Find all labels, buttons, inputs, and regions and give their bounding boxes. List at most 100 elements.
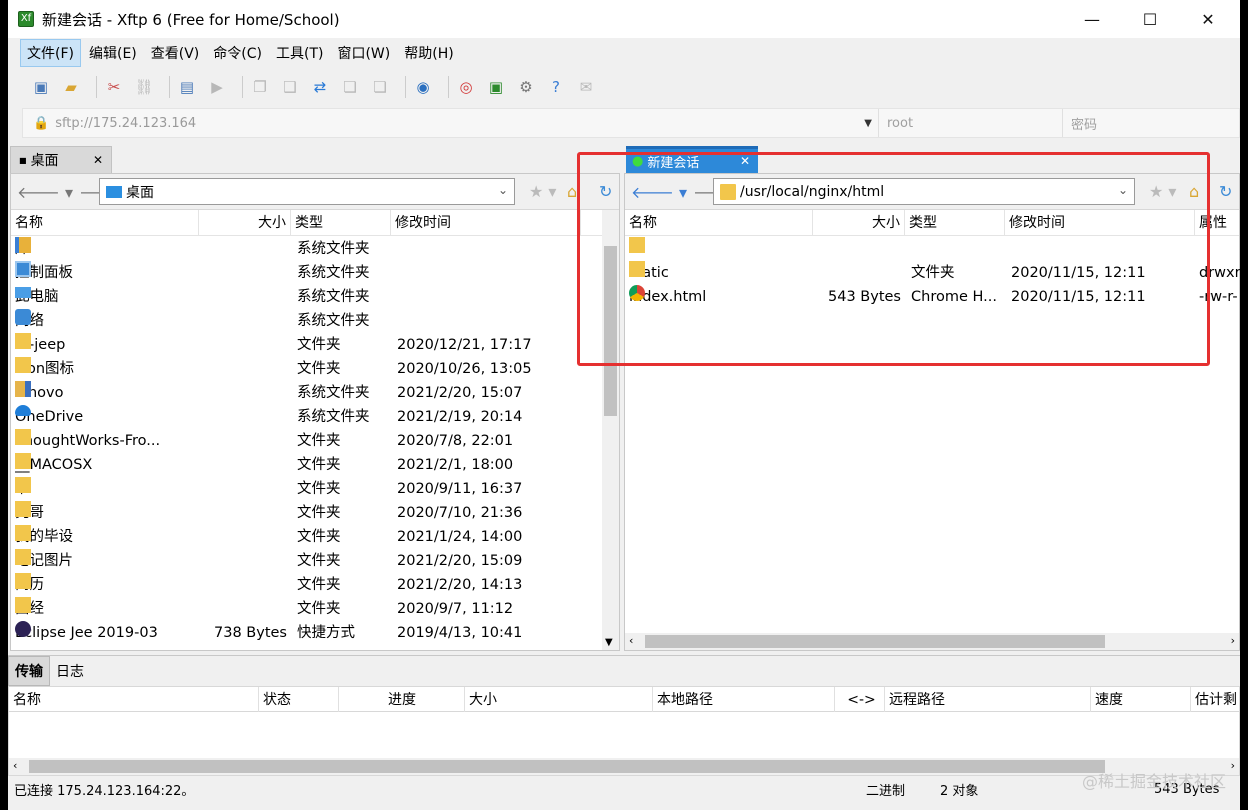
globe-icon[interactable]: ◉ (412, 76, 434, 98)
local-path-combobox[interactable]: 桌面 ⌄ (99, 178, 515, 205)
maximize-button[interactable]: ☐ (1121, 0, 1179, 38)
col-attr[interactable]: 属性 (1195, 210, 1240, 236)
col-mtime[interactable]: 修改时间 (1005, 210, 1195, 236)
col-size[interactable]: 大小 (465, 687, 653, 713)
col-progress[interactable]: 进度 (339, 687, 465, 713)
col-remote-path[interactable]: 远程路径 (885, 687, 1091, 713)
scrollbar-thumb[interactable] (29, 760, 1105, 773)
menu-file[interactable]: 文件(F) (20, 39, 81, 67)
new-session-icon[interactable]: ▣ (30, 76, 52, 98)
scrollbar-thumb[interactable] (604, 246, 617, 416)
chevron-down-icon[interactable]: ▼ (864, 118, 872, 129)
menu-window[interactable]: 窗口(W) (331, 40, 396, 66)
chevron-down-icon[interactable]: ⌄ (1118, 183, 1128, 197)
tab-close-icon[interactable]: ✕ (93, 153, 103, 167)
col-local-path[interactable]: 本地路径 (653, 687, 835, 713)
tab-close-icon[interactable]: ✕ (740, 154, 750, 168)
open-folder-icon[interactable]: ▰ (60, 76, 82, 98)
menu-command[interactable]: 命令(C) (207, 40, 268, 66)
settings-gear-icon[interactable]: ⚙ (515, 76, 537, 98)
scrollbar-thumb[interactable] (645, 635, 1105, 648)
refresh-icon[interactable]: ↻ (599, 182, 612, 201)
xshell-icon[interactable]: ◎ (455, 76, 477, 98)
username-field[interactable]: root (879, 109, 1063, 137)
minimize-button[interactable]: — (1063, 0, 1121, 38)
file-row[interactable]: static 文件夹 2020/11/15, 12:11 drwxr (625, 261, 1240, 285)
close-button[interactable]: ✕ (1179, 0, 1237, 38)
chevron-down-icon[interactable]: ⌄ (498, 183, 508, 197)
tab-log[interactable]: 日志 (50, 657, 90, 685)
connected-dot-icon: ● (632, 153, 644, 169)
file-row[interactable]: fe-jeep 文件夹 2020/12/21, 17:17 (11, 333, 619, 357)
file-row[interactable]: OneDrive 系统文件夹 2021/2/19, 20:14 (11, 405, 619, 429)
tab-transfer[interactable]: 传输 (8, 655, 50, 686)
home-icon[interactable]: ⌂ (1189, 182, 1199, 201)
col-name[interactable]: 名称 (11, 210, 199, 236)
remote-path-combobox[interactable]: /usr/local/nginx/html ⌄ (713, 178, 1135, 205)
menu-help[interactable]: 帮助(H) (398, 40, 459, 66)
col-mtime[interactable]: 修改时间 (391, 210, 581, 236)
copy-icon[interactable]: ❐ (249, 76, 271, 98)
col-direction[interactable]: <-> (835, 687, 885, 713)
col-eta[interactable]: 估计剩 (1191, 687, 1240, 713)
file-row[interactable]: 库 系统文件夹 (11, 237, 619, 261)
menu-tools[interactable]: 工具(T) (270, 40, 329, 66)
col-type[interactable]: 类型 (291, 210, 391, 236)
file-row[interactable]: 面经 文件夹 2020/9/7, 11:12 (11, 597, 619, 621)
reconnect-icon[interactable]: ⛓ (133, 76, 155, 98)
file-row[interactable]: __MACOSX 文件夹 2021/2/1, 18:00 (11, 453, 619, 477)
file-row[interactable]: 此电脑 系统文件夹 (11, 285, 619, 309)
refresh-icon[interactable]: ↻ (1219, 182, 1232, 201)
back-arrow-icon[interactable]: 🡐 ▾ (631, 182, 687, 202)
file-type: 文件夹 (297, 577, 341, 593)
play-icon[interactable]: ▶ (206, 76, 228, 98)
chat-icon[interactable]: ✉ (575, 76, 597, 98)
file-row[interactable]: 书 文件夹 2020/9/11, 16:37 (11, 477, 619, 501)
bookmark-star-icon[interactable]: ★ ▾ (529, 182, 556, 201)
scroll-down-icon[interactable]: ▼ (605, 637, 613, 648)
paste-icon[interactable]: ❑ (279, 76, 301, 98)
file-row[interactable]: .. (625, 237, 1239, 261)
scroll-left-icon[interactable]: ‹ (13, 759, 17, 772)
file-row[interactable]: 简历 文件夹 2021/2/20, 14:13 (11, 573, 619, 597)
scroll-right-icon[interactable]: › (1231, 634, 1235, 647)
file-row[interactable]: lenovo 系统文件夹 2021/2/20, 15:07 (11, 381, 619, 405)
file-row[interactable]: ThoughtWorks-Fro... 文件夹 2020/7/8, 22:01 (11, 429, 619, 453)
back-arrow-icon[interactable]: 🡐 ▾ (17, 182, 73, 202)
file-row[interactable]: icon图标 文件夹 2020/10/26, 13:05 (11, 357, 619, 381)
home-icon[interactable]: ⌂ (567, 182, 577, 201)
host-address-field[interactable]: 🔒 sftp://175.24.123.164 ▼ (23, 109, 879, 137)
sync-left-icon[interactable]: ❏ (339, 76, 361, 98)
col-type[interactable]: 类型 (905, 210, 1005, 236)
file-row[interactable]: 亮哥 文件夹 2020/7/10, 21:36 (11, 501, 619, 525)
xftp-icon[interactable]: ▣ (485, 76, 507, 98)
transfer-icon[interactable]: ⇄ (309, 76, 331, 98)
help-icon[interactable]: ? (545, 76, 567, 98)
menu-view[interactable]: 查看(V) (145, 40, 206, 66)
menu-edit[interactable]: 编辑(E) (83, 40, 143, 66)
scroll-left-icon[interactable]: ‹ (629, 634, 633, 647)
col-size[interactable]: 大小 (199, 210, 291, 236)
file-row[interactable]: 我的毕设 文件夹 2021/1/24, 14:00 (11, 525, 619, 549)
file-row[interactable]: 网络 系统文件夹 (11, 309, 619, 333)
file-row[interactable]: index.html 543 Bytes Chrome H... 2020/11/15… (625, 285, 1239, 309)
local-vertical-scrollbar[interactable]: ▼ (602, 210, 619, 650)
col-name[interactable]: 名称 (9, 687, 259, 713)
disconnect-icon[interactable]: ✂ (103, 76, 125, 98)
password-field[interactable]: 密码 (1063, 114, 1097, 133)
col-name[interactable]: 名称 (625, 210, 813, 236)
col-status[interactable]: 状态 (259, 687, 339, 713)
sync-right-icon[interactable]: ❏ (369, 76, 391, 98)
tab-remote-session[interactable]: ● 新建会话 ✕ (626, 146, 758, 173)
file-row[interactable]: 控制面板 系统文件夹 (11, 261, 619, 285)
transfer-horizontal-scrollbar[interactable]: ‹ › (9, 758, 1239, 775)
col-speed[interactable]: 速度 (1091, 687, 1191, 713)
col-size[interactable]: 大小 (813, 210, 905, 236)
tab-local-desktop[interactable]: ■ 桌面 ✕ (10, 146, 112, 173)
bookmark-star-icon[interactable]: ★ ▾ (1149, 182, 1176, 201)
file-row[interactable]: 笔记图片 文件夹 2021/2/20, 15:09 (11, 549, 619, 573)
file-row[interactable]: Eclipse Jee 2019-03 738 Bytes 快捷方式 2019/4/1… (11, 621, 619, 645)
properties-icon[interactable]: ▤ (176, 76, 198, 98)
scroll-right-icon[interactable]: › (1231, 759, 1235, 772)
remote-horizontal-scrollbar[interactable]: ‹ › (625, 633, 1239, 650)
